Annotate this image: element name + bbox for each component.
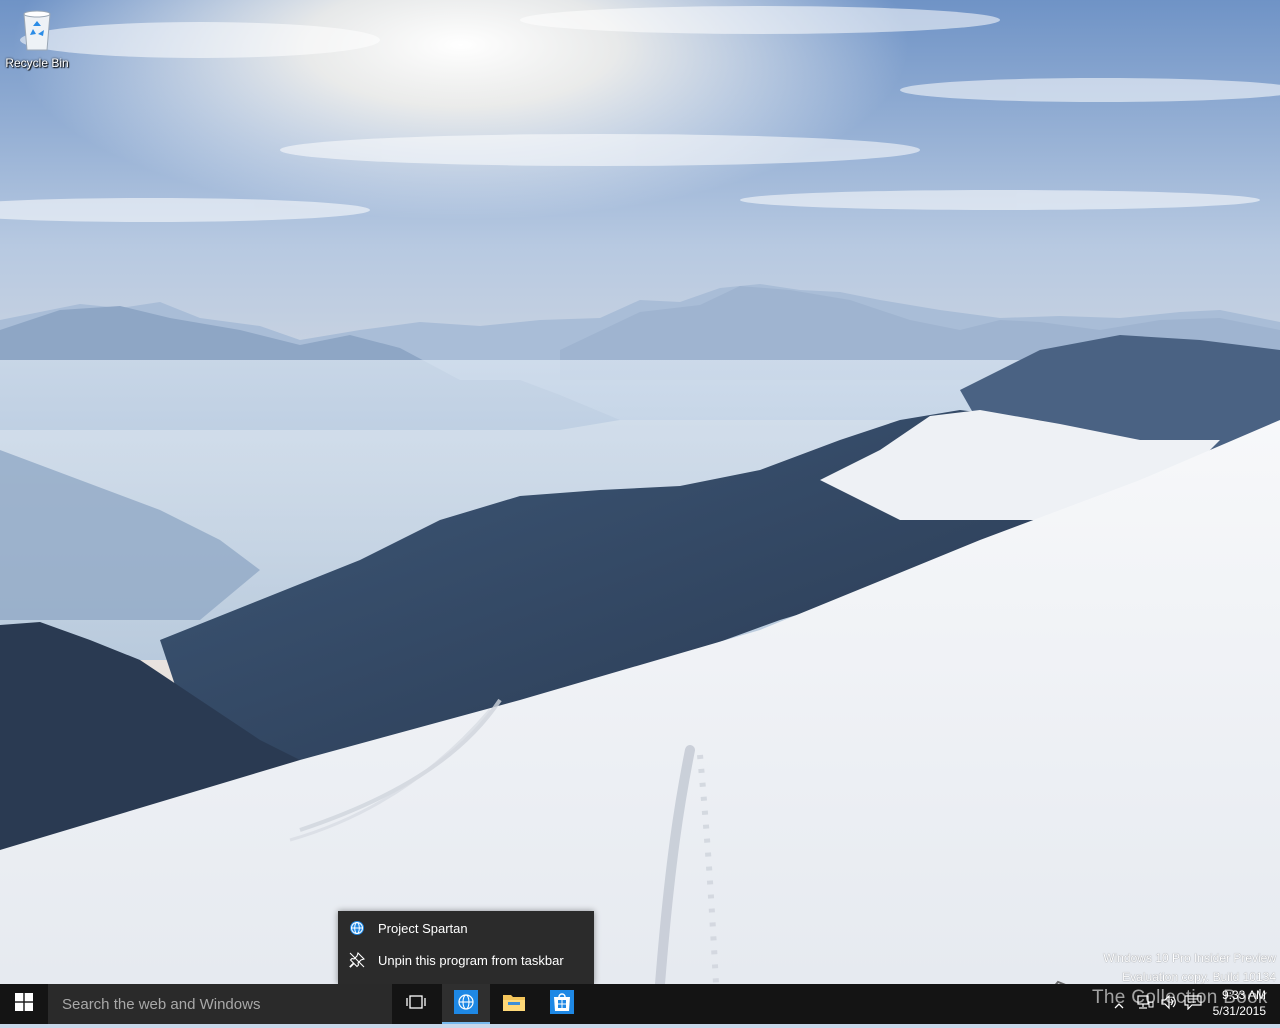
- windows-logo-icon: [15, 993, 33, 1015]
- taskbar: 9:33 AM 5/31/2015: [0, 984, 1280, 1024]
- globe-icon: [348, 919, 366, 937]
- store-icon: [550, 990, 574, 1018]
- recycle-bin-label: Recycle Bin: [5, 56, 69, 70]
- recycle-bin-icon: [17, 8, 57, 52]
- task-view-icon: [406, 994, 426, 1014]
- folder-icon: [502, 992, 526, 1016]
- search-box[interactable]: [48, 984, 392, 1024]
- desktop-wallpaper: [0, 0, 1280, 984]
- jumplist-item-project-spartan[interactable]: Project Spartan: [338, 913, 594, 943]
- jumplist-item-label: Project Spartan: [378, 920, 468, 936]
- search-input[interactable]: [60, 994, 384, 1014]
- globe-icon: [454, 990, 478, 1018]
- jumplist-item-label: Unpin this program from taskbar: [378, 952, 564, 968]
- jumplist-item-unpin[interactable]: Unpin this program from taskbar: [338, 945, 594, 975]
- taskbar-button-store[interactable]: [538, 984, 586, 1024]
- branding-text: The Collection Book: [1092, 987, 1268, 1008]
- build-watermark: Windows 10 Pro Insider Preview Evaluatio…: [1103, 949, 1276, 987]
- taskbar-button-file-explorer[interactable]: [490, 984, 538, 1024]
- unpin-icon: [348, 951, 366, 969]
- task-view-button[interactable]: [392, 984, 440, 1024]
- start-button[interactable]: [0, 984, 48, 1024]
- watermark-edition: Windows 10 Pro Insider Preview: [1103, 951, 1276, 965]
- taskbar-button-project-spartan[interactable]: [442, 984, 490, 1024]
- desktop-icon-recycle-bin[interactable]: Recycle Bin: [4, 8, 70, 70]
- taskbar-jump-list: Project Spartan Unpin this program from …: [338, 911, 594, 984]
